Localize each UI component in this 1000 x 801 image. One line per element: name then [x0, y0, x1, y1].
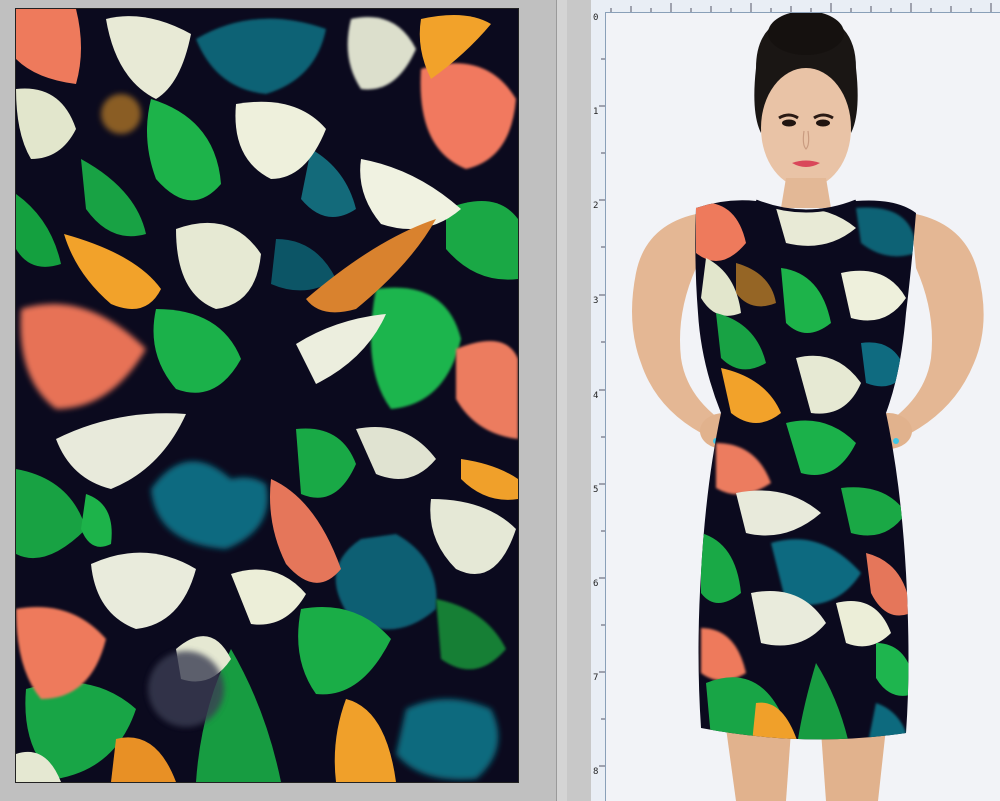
mockup-document-window[interactable]: 0 1 2 3 4 5 6 7 8 [591, 0, 1000, 801]
editor-workspace: 0 1 2 3 4 5 6 7 8 [0, 0, 1000, 801]
feather-pattern-artwork [16, 9, 518, 782]
ruler-ticks-vertical [599, 58, 605, 767]
document-frame [567, 0, 591, 801]
horizontal-ruler[interactable] [591, 0, 1000, 13]
ruler-ticks-horizontal [610, 3, 992, 12]
vertical-ruler[interactable]: 0 1 2 3 4 5 6 7 8 [591, 12, 606, 801]
dress-mockup-illustration [606, 13, 1000, 801]
left-document-pane [0, 0, 560, 801]
pattern-canvas[interactable] [15, 8, 519, 783]
model-photo [606, 13, 1000, 801]
